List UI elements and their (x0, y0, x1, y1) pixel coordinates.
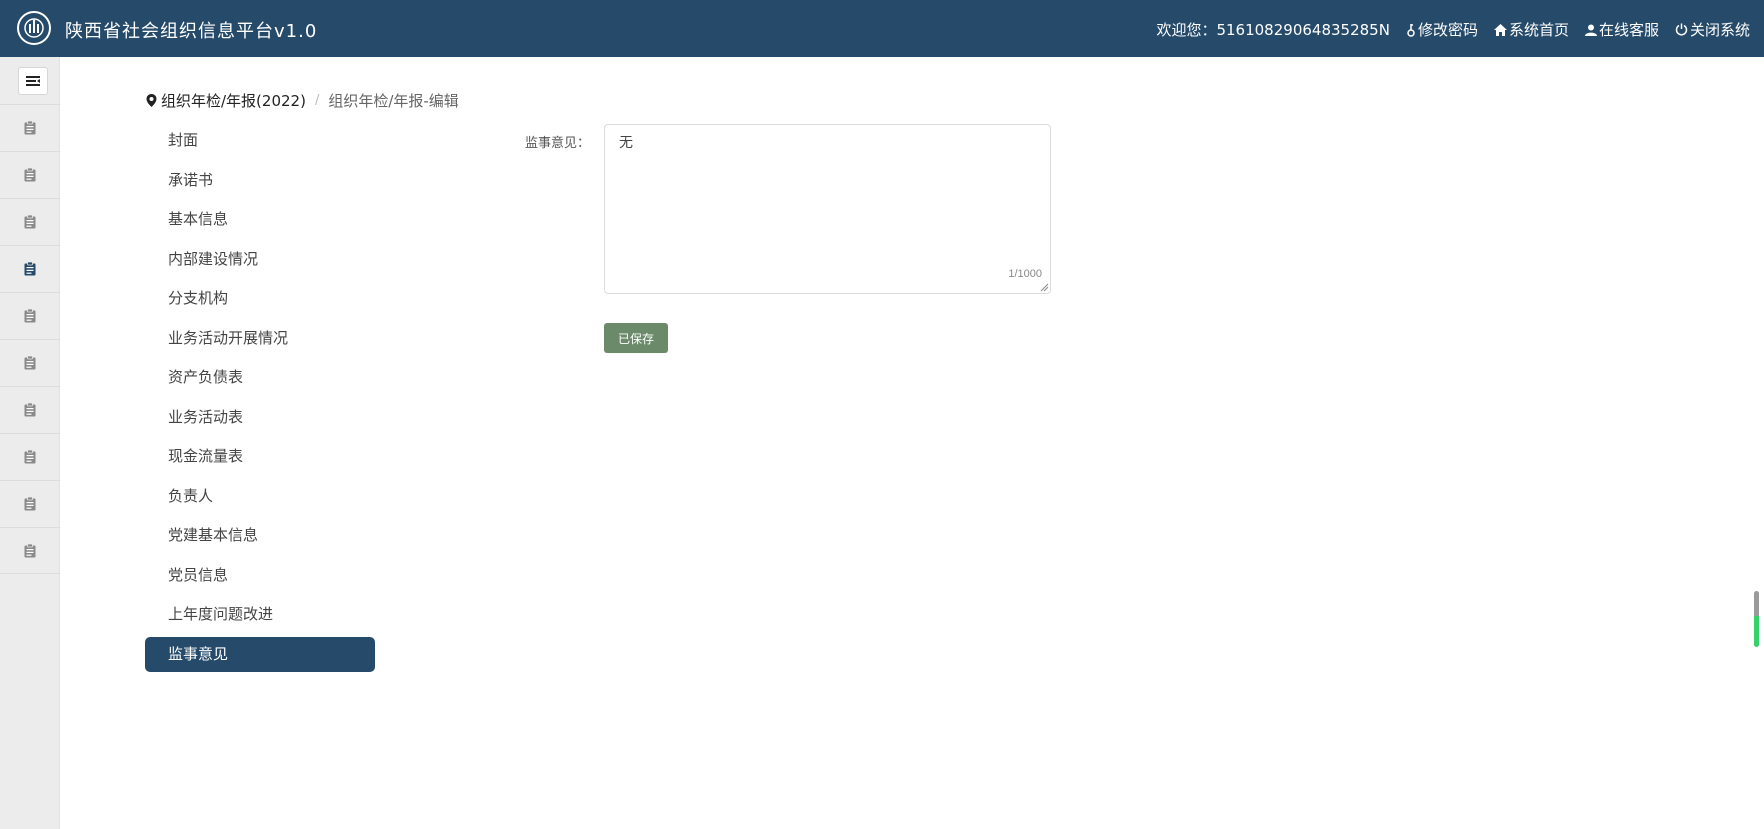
key-icon (1407, 23, 1415, 37)
sidebar-item[interactable] (0, 292, 60, 339)
breadcrumb-current[interactable]: 组织年检/年报(2022) (161, 90, 306, 111)
menu-item-supervisor-opinion[interactable]: 监事意见 (145, 636, 375, 672)
online-service-label: 在线客服 (1598, 21, 1659, 39)
top-nav: 欢迎您：51610829064835285N 修改密码 系统首页 在线客服 关闭… (1156, 19, 1750, 40)
welcome-label: 欢迎您：51610829064835285N (1156, 21, 1390, 39)
clipboard-icon (24, 168, 36, 182)
menu-item-internal-construction[interactable]: 内部建设情况 (145, 240, 375, 280)
logo-emblem-icon (24, 18, 44, 38)
user-icon (1584, 24, 1597, 36)
sidebar-item[interactable] (0, 433, 60, 480)
top-bar: 陕西省社会组织信息平台v1.0 欢迎您：51610829064835285N 修… (0, 0, 1764, 57)
resize-handle-icon[interactable] (1040, 283, 1049, 292)
sidebar-item[interactable] (0, 386, 60, 433)
sidebar-item[interactable] (0, 339, 60, 386)
menu-item-activity-statement[interactable]: 业务活动表 (145, 398, 375, 438)
clipboard-icon (24, 262, 36, 276)
sidebar (0, 57, 60, 829)
menu-item-cash-flow[interactable]: 现金流量表 (145, 437, 375, 477)
char-counter: 1/1000 (1008, 268, 1042, 280)
sidebar-item[interactable] (0, 151, 60, 198)
location-pin-icon (146, 94, 157, 107)
home-label: 系统首页 (1508, 21, 1569, 39)
section-menu: 封面 承诺书 基本信息 内部建设情况 分支机构 业务活动开展情况 资产负债表 业… (145, 121, 375, 672)
online-service-link[interactable]: 在线客服 (1584, 19, 1659, 40)
menu-item-party-members[interactable]: 党员信息 (145, 556, 375, 596)
close-system-link[interactable]: 关闭系统 (1675, 19, 1750, 40)
saved-button[interactable]: 已保存 (604, 323, 668, 353)
sidebar-item[interactable] (0, 480, 60, 527)
sidebar-toggle-button[interactable] (18, 67, 48, 95)
menu-toggle-icon (26, 76, 40, 86)
menu-item-party-building[interactable]: 党建基本信息 (145, 516, 375, 556)
clipboard-icon (24, 450, 36, 464)
sidebar-item[interactable] (0, 527, 60, 574)
clipboard-icon (24, 215, 36, 229)
supervisor-opinion-label: 监事意见： (525, 136, 591, 151)
logo (17, 11, 51, 45)
scrollbar-thumb[interactable] (1754, 591, 1759, 647)
sidebar-item[interactable] (0, 104, 60, 151)
breadcrumb-page: 组织年检/年报-编辑 (328, 92, 459, 110)
menu-item-business-activities[interactable]: 业务活动开展情况 (145, 319, 375, 359)
menu-item-commitment[interactable]: 承诺书 (145, 161, 375, 201)
menu-item-basic-info[interactable]: 基本信息 (145, 200, 375, 240)
menu-item-cover[interactable]: 封面 (145, 121, 375, 161)
supervisor-opinion-textarea[interactable]: 无 (605, 125, 1050, 293)
menu-item-responsible-person[interactable]: 负责人 (145, 477, 375, 517)
welcome-text: 欢迎您：51610829064835285N (1156, 19, 1389, 40)
sidebar-item[interactable] (0, 198, 60, 245)
change-password-link[interactable]: 修改密码 (1406, 19, 1478, 40)
menu-item-branches[interactable]: 分支机构 (145, 279, 375, 319)
breadcrumb: 组织年检/年报(2022) / 组织年检/年报-编辑 (146, 90, 459, 111)
home-icon (1493, 23, 1507, 36)
change-password-label: 修改密码 (1417, 21, 1478, 39)
supervisor-opinion-field: 无 1/1000 (604, 124, 1051, 294)
clipboard-icon (24, 121, 36, 135)
clipboard-icon (24, 356, 36, 370)
app-title: 陕西省社会组织信息平台v1.0 (65, 21, 318, 42)
close-system-label: 关闭系统 (1689, 21, 1750, 39)
clipboard-icon (24, 497, 36, 511)
power-icon (1675, 23, 1688, 36)
sidebar-item[interactable] (0, 245, 60, 292)
clipboard-icon (24, 543, 36, 557)
menu-item-last-year-improvement[interactable]: 上年度问题改进 (145, 595, 375, 635)
menu-item-balance-sheet[interactable]: 资产负债表 (145, 358, 375, 398)
clipboard-icon (24, 309, 36, 323)
home-link[interactable]: 系统首页 (1493, 19, 1569, 40)
breadcrumb-separator: / (314, 93, 320, 108)
clipboard-icon (24, 403, 36, 417)
